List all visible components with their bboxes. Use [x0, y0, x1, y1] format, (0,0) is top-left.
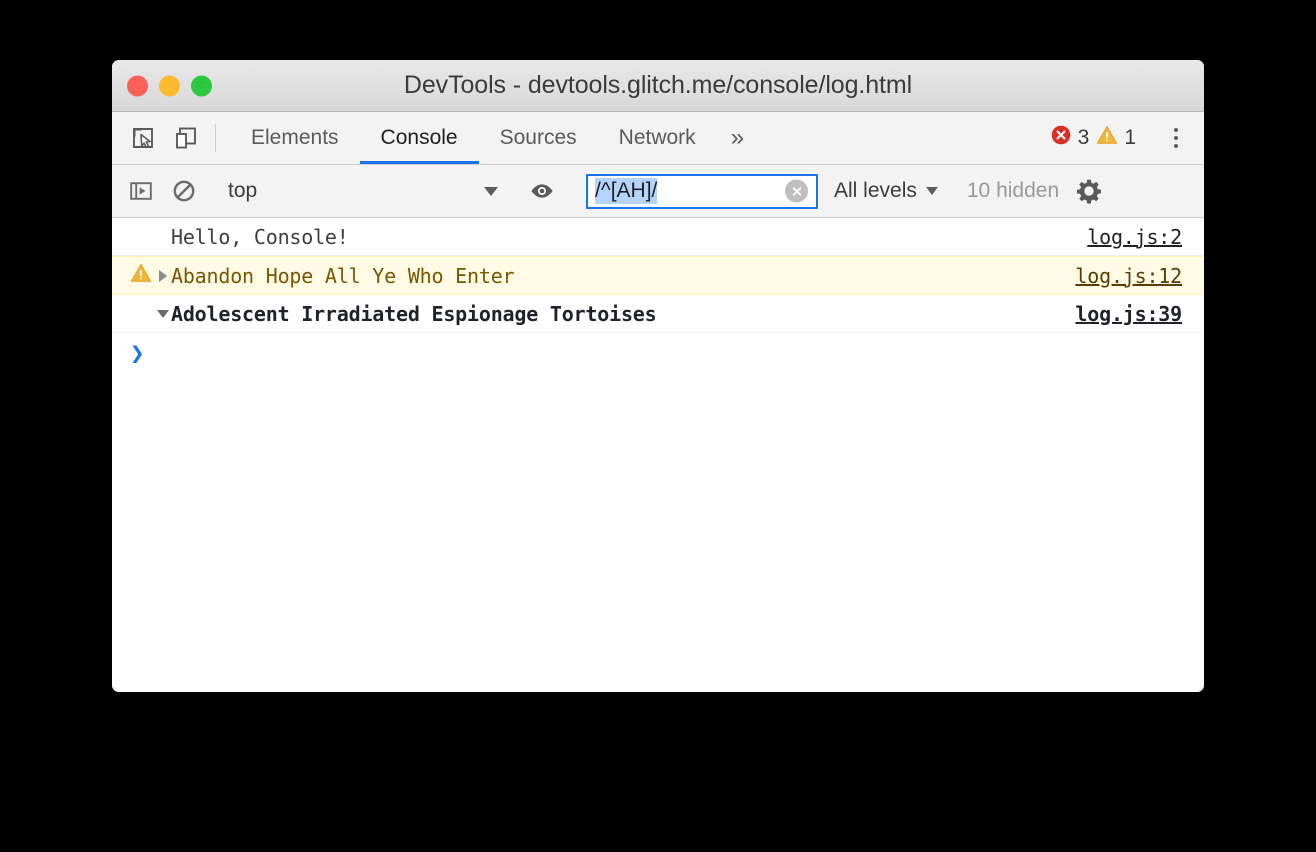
clear-console-icon[interactable]: [169, 176, 199, 206]
maximize-button[interactable]: [191, 75, 212, 96]
console-message-row[interactable]: Abandon Hope All Ye Who Enter log.js:12: [112, 256, 1204, 295]
console-message-list: Hello, Console! log.js:2 Abandon Hope Al…: [112, 218, 1204, 333]
tab-sources[interactable]: Sources: [479, 112, 598, 164]
clear-filter-icon[interactable]: [785, 179, 808, 203]
console-filter-input[interactable]: [586, 173, 818, 209]
tabbar-right-group: 3 1: [1050, 112, 1204, 164]
device-toolbar-icon[interactable]: [171, 123, 201, 153]
inspect-element-icon[interactable]: [128, 123, 158, 153]
console-toolbar: top /^[AH]/ All levels: [112, 165, 1204, 218]
tab-network[interactable]: Network: [598, 112, 717, 164]
warning-icon: [1096, 124, 1118, 152]
message-source-link[interactable]: log.js:2: [1087, 225, 1182, 249]
tabbar-divider: [215, 124, 216, 152]
tab-elements[interactable]: Elements: [230, 112, 360, 164]
close-button[interactable]: [127, 75, 148, 96]
gear-icon[interactable]: [1075, 177, 1103, 205]
execution-context-value: top: [228, 179, 258, 202]
log-level-value: All levels: [834, 179, 917, 202]
warning-count-badge[interactable]: 1: [1096, 124, 1136, 152]
console-message-row[interactable]: Adolescent Irradiated Espionage Tortoise…: [112, 295, 1204, 333]
message-text: Hello, Console!: [171, 224, 349, 249]
window-title: DevTools - devtools.glitch.me/console/lo…: [403, 71, 913, 99]
message-source-link[interactable]: log.js:39: [1075, 302, 1182, 326]
execution-context-selector[interactable]: top: [228, 179, 498, 203]
message-gutter: [128, 262, 154, 289]
message-text: Abandon Hope All Ye Who Enter: [171, 263, 515, 288]
error-icon: [1050, 124, 1072, 152]
main-menu-icon[interactable]: [1162, 123, 1190, 153]
message-source-link[interactable]: log.js:12: [1075, 264, 1182, 288]
devtools-tabbar: Elements Console Sources Network » 3 1: [112, 112, 1204, 165]
console-message-area: Hello, Console! log.js:2 Abandon Hope Al…: [112, 218, 1204, 692]
error-count-badge[interactable]: 3: [1050, 124, 1090, 152]
tabbar-left-icons: [112, 112, 201, 164]
message-expander[interactable]: [154, 309, 171, 318]
warning-count-label: 1: [1124, 126, 1136, 149]
window-controls: [127, 75, 212, 96]
console-prompt-row[interactable]: ❯: [112, 333, 1204, 373]
devtools-window: DevTools - devtools.glitch.me/console/lo…: [112, 60, 1204, 692]
chevron-down-icon: [156, 309, 169, 318]
console-sidebar-toggle-icon[interactable]: [126, 176, 156, 206]
chevron-down-icon: [925, 187, 938, 195]
warning-icon: [130, 262, 152, 289]
prompt-chevron-icon: ❯: [130, 339, 145, 367]
console-filter-group: /^[AH]/: [586, 173, 818, 209]
more-tabs-button[interactable]: »: [717, 112, 758, 164]
message-text: Adolescent Irradiated Espionage Tortoise…: [171, 301, 657, 326]
tab-console[interactable]: Console: [359, 112, 479, 164]
minimize-button[interactable]: [159, 75, 180, 96]
hidden-messages-count[interactable]: 10 hidden: [967, 179, 1059, 203]
chevron-right-icon: [158, 269, 167, 282]
error-count-label: 3: [1077, 126, 1090, 149]
console-message-row[interactable]: Hello, Console! log.js:2: [112, 218, 1204, 256]
log-level-selector[interactable]: All levels: [834, 179, 938, 203]
chevron-down-icon: [484, 186, 498, 196]
window-titlebar: DevTools - devtools.glitch.me/console/lo…: [112, 60, 1204, 112]
live-expression-eye-icon[interactable]: [527, 176, 557, 206]
tab-list: Elements Console Sources Network »: [230, 112, 758, 164]
message-expander[interactable]: [154, 269, 171, 282]
